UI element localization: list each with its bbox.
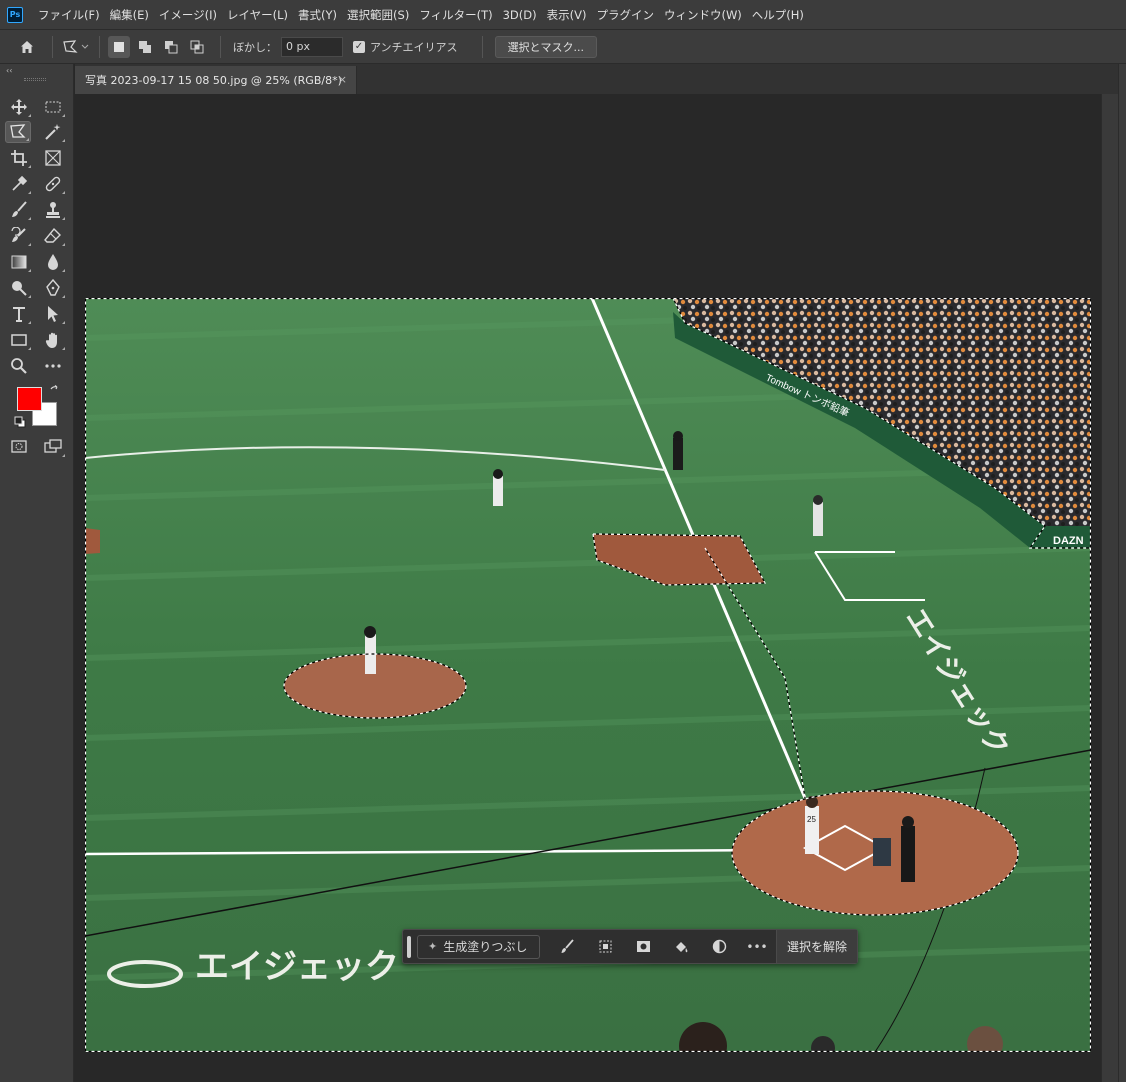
generative-fill-label: 生成塗りつぶし: [443, 940, 528, 954]
tools-panel: ‹‹: [0, 64, 74, 1082]
toolbar-grip[interactable]: [24, 78, 46, 81]
document-tab-title: 写真 2023-09-17 15 08 50.jpg @ 25% (RGB/8*…: [85, 74, 342, 87]
field-logo-text: エイジェック: [195, 947, 399, 987]
create-mask-icon[interactable]: [624, 930, 662, 963]
right-panel-edge: [1118, 64, 1126, 1082]
divider: [220, 35, 221, 58]
menu-type[interactable]: 書式(Y): [293, 7, 342, 23]
eyedropper-icon[interactable]: [6, 173, 32, 195]
close-icon[interactable]: ×: [338, 73, 347, 86]
collapse-toolbar-icon[interactable]: ‹‹: [6, 66, 12, 75]
clone-stamp-icon[interactable]: [40, 199, 66, 221]
transform-selection-icon[interactable]: [586, 930, 624, 963]
type-icon[interactable]: [6, 303, 32, 325]
options-bar: ぼかし： ✓ アンチエイリアス 選択とマスク...: [0, 29, 1126, 64]
photoshop-window: Ps ファイル(F) 編集(E) イメージ(I) レイヤー(L) 書式(Y) 選…: [0, 0, 1126, 1082]
select-and-mask-button[interactable]: 選択とマスク...: [494, 35, 598, 58]
dodge-icon[interactable]: [6, 277, 32, 299]
antialias-checkbox[interactable]: ✓: [353, 40, 365, 53]
menu-image[interactable]: イメージ(I): [154, 7, 222, 23]
contextual-task-bar: ✦ 生成塗りつぶし ••• 選択を解除: [402, 929, 858, 964]
home-icon[interactable]: [16, 36, 38, 58]
divider: [52, 35, 53, 58]
tool-preset-picker[interactable]: [61, 36, 91, 58]
fill-selection-icon[interactable]: [662, 930, 700, 963]
polygonal-lasso-icon[interactable]: [5, 121, 31, 143]
divider: [481, 35, 483, 58]
document-tab[interactable]: 写真 2023-09-17 15 08 50.jpg @ 25% (RGB/8*…: [75, 66, 357, 94]
crop-icon[interactable]: [6, 147, 32, 169]
foreground-color-swatch[interactable]: [17, 387, 42, 411]
menu-bar: Ps ファイル(F) 編集(E) イメージ(I) レイヤー(L) 書式(Y) 選…: [0, 0, 1126, 29]
menu-3d[interactable]: 3D(D): [498, 8, 542, 22]
gradient-icon[interactable]: [6, 251, 32, 273]
menu-view[interactable]: 表示(V): [542, 7, 592, 23]
add-to-selection-icon[interactable]: [134, 36, 156, 58]
menu-help[interactable]: ヘルプ(H): [747, 7, 809, 23]
zoom-icon[interactable]: [6, 355, 32, 377]
screen-mode-icon[interactable]: [40, 436, 66, 458]
menu-window[interactable]: ウィンドウ(W): [659, 7, 747, 23]
subtract-from-selection-icon[interactable]: [160, 36, 182, 58]
taskbar-drag-handle[interactable]: [407, 935, 411, 958]
select-and-mask-brush-icon[interactable]: [548, 930, 586, 963]
menu-file[interactable]: ファイル(F): [33, 7, 105, 23]
menu-edit[interactable]: 編集(E): [105, 7, 154, 23]
antialias-label: アンチエイリアス: [370, 40, 458, 54]
feather-label: ぼかし：: [233, 40, 277, 54]
brush-icon[interactable]: [6, 199, 32, 221]
hand-icon[interactable]: [40, 329, 66, 351]
rectangle-icon[interactable]: [6, 329, 32, 351]
pen-icon[interactable]: [40, 277, 66, 299]
banner-text-2: DAZN: [1053, 535, 1084, 547]
divider: [99, 35, 100, 58]
frame-icon[interactable]: [40, 147, 66, 169]
menu-filter[interactable]: フィルター(T): [414, 7, 497, 23]
default-colors-icon[interactable]: [14, 416, 26, 428]
menu-plugins[interactable]: プラグイン: [591, 7, 659, 23]
more-tools-icon[interactable]: [40, 355, 66, 377]
eraser-icon[interactable]: [40, 225, 66, 247]
swap-colors-icon[interactable]: [49, 385, 61, 397]
history-brush-icon[interactable]: [6, 225, 32, 247]
vertical-scrollbar[interactable]: [1101, 94, 1118, 1082]
menu-layer[interactable]: レイヤー(L): [222, 7, 293, 23]
photoshop-logo-icon[interactable]: Ps: [7, 6, 23, 23]
healing-brush-icon[interactable]: [40, 173, 66, 195]
magic-wand-icon[interactable]: [40, 121, 66, 143]
intersect-selection-icon[interactable]: [186, 36, 208, 58]
blur-icon[interactable]: [40, 251, 66, 273]
document-tab-bar: 写真 2023-09-17 15 08 50.jpg @ 25% (RGB/8*…: [75, 64, 1118, 94]
more-options-icon[interactable]: •••: [738, 930, 776, 963]
path-selection-icon[interactable]: [40, 303, 66, 325]
rectangular-marquee-icon[interactable]: [40, 96, 66, 118]
move-tool-icon[interactable]: [6, 96, 32, 118]
menu-select[interactable]: 選択範囲(S): [342, 7, 414, 23]
quick-mask-icon[interactable]: [6, 436, 32, 458]
new-selection-icon[interactable]: [108, 35, 130, 58]
generative-fill-icon: ✦: [428, 940, 438, 953]
adjustment-layer-icon[interactable]: [700, 930, 738, 963]
generative-fill-button[interactable]: ✦ 生成塗りつぶし: [417, 934, 541, 959]
batter-number: 25: [807, 815, 816, 824]
feather-input[interactable]: [281, 36, 343, 57]
deselect-button[interactable]: 選択を解除: [775, 930, 857, 963]
